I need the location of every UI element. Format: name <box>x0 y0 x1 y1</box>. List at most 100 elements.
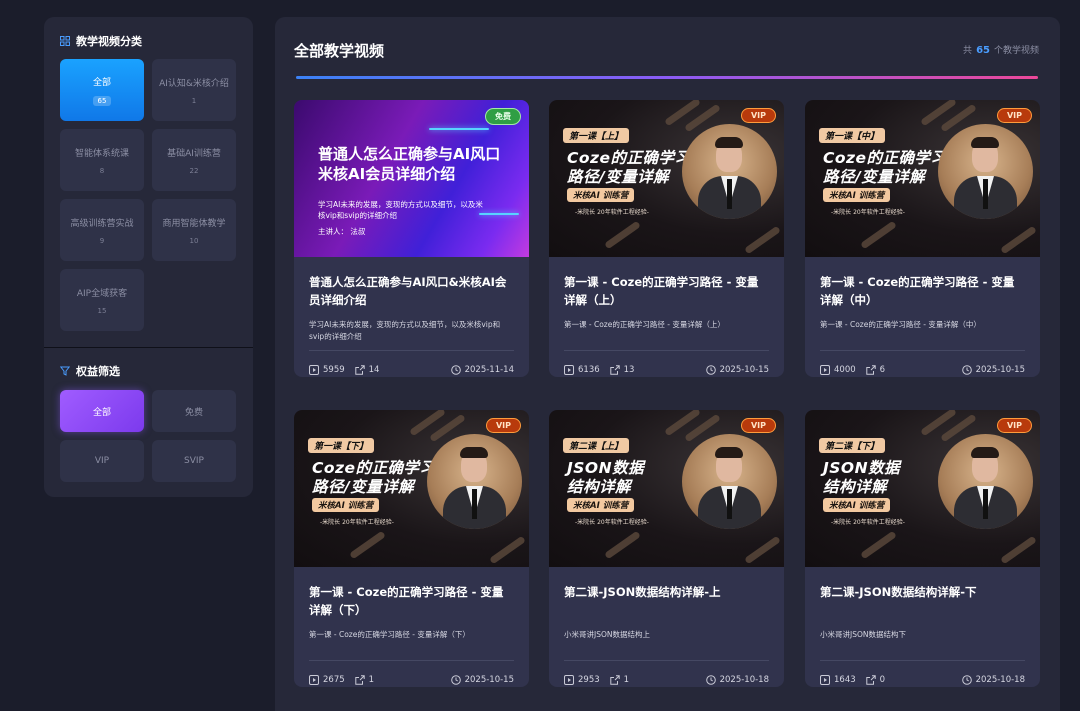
categories-section-title: 教学视频分类 <box>60 33 142 49</box>
title-underline <box>296 76 1038 79</box>
clock-icon <box>705 675 716 685</box>
shares-stat: 1 <box>609 675 629 685</box>
camp-tag: 米核AI 训练营 <box>312 498 380 512</box>
publish-date: 2025-11-14 <box>450 365 514 375</box>
video-panel: 全部教学视频 共 65 个教学视频 普通人怎么正确参与AI风口 米核AI会员详细介绍… <box>275 17 1060 711</box>
permission-free-button[interactable]: 免费 <box>152 390 236 432</box>
share-icon <box>609 365 620 375</box>
presenter-portrait <box>427 434 522 529</box>
presenter-portrait <box>682 434 777 529</box>
video-thumbnail: 普通人怎么正确参与AI风口 米核AI会员详细介绍 学习AI未来的发展，变现的方式… <box>294 100 529 257</box>
share-icon <box>609 675 620 685</box>
video-description: 小米哥讲JSON数据结构上 <box>564 630 650 639</box>
play-icon <box>309 675 319 685</box>
grid-icon <box>60 36 70 46</box>
video-card[interactable]: 第一课【中】 Coze的正确学习 路径/变量详解 米核AI 训练营 -米院长 2… <box>805 100 1040 377</box>
video-description: 学习AI未来的发展，变现的方式以及细节，以及米核vip和svip的详细介绍 <box>309 320 501 341</box>
share-icon <box>354 675 365 685</box>
permission-svip-button[interactable]: SVIP <box>152 440 236 482</box>
category-commercial-agent[interactable]: 商用智能体教学 10 <box>152 199 236 261</box>
share-icon <box>865 365 876 375</box>
vip-badge: VIP <box>996 108 1032 123</box>
decor-stripe <box>860 530 897 560</box>
views-stat: 2675 <box>309 675 345 685</box>
decor-stripe <box>744 225 781 255</box>
sidebar: 教学视频分类 全部 65 AI认知&米核介绍 1 智能体系统课 8 基础AI训练… <box>44 17 253 497</box>
play-icon <box>564 365 574 375</box>
video-title: 第一课 - Coze的正确学习路径 - 变量详解（下） <box>309 585 504 617</box>
thumbnail-headline: 结构详解 <box>567 478 632 496</box>
video-meta: 6136 13 2025-10-15 <box>564 363 769 377</box>
thumbnail-caption: -米院长 20年软件工程经验- <box>575 519 649 526</box>
category-count: 65 <box>92 95 112 106</box>
vip-badge: VIP <box>740 108 776 123</box>
category-aip-acquisition[interactable]: AIP全域获客 15 <box>60 269 144 331</box>
video-card[interactable]: 第一课【下】 Coze的正确学习 路径/变量详解 米核AI 训练营 -米院长 2… <box>294 410 529 687</box>
free-badge: 免费 <box>485 108 521 125</box>
filter-icon <box>59 366 71 376</box>
card-divider <box>564 660 769 661</box>
vip-badge: VIP <box>485 418 521 433</box>
category-label: 基础AI训练营 <box>167 148 221 159</box>
lesson-tag: 第二课【下】 <box>819 438 886 453</box>
shares-stat: 1 <box>354 675 374 685</box>
lesson-tag: 第一课【上】 <box>563 128 630 143</box>
thumbnail-headline: 路径/变量详解 <box>312 478 415 496</box>
thumbnail-headline: 结构详解 <box>823 478 888 496</box>
views-stat: 4000 <box>820 365 856 375</box>
views-stat: 6136 <box>564 365 600 375</box>
card-divider <box>309 350 514 351</box>
permission-section-title: 权益筛选 <box>59 363 120 379</box>
video-meta: 4000 6 2025-10-15 <box>820 363 1025 377</box>
category-basic-camp[interactable]: 基础AI训练营 22 <box>152 129 236 191</box>
category-all[interactable]: 全部 65 <box>60 59 144 121</box>
video-card[interactable]: 第二课【上】 JSON数据 结构详解 米核AI 训练营 -米院长 20年软件工程… <box>549 410 784 687</box>
category-ai-intro[interactable]: AI认知&米核介绍 1 <box>152 59 236 121</box>
views-stat: 5959 <box>309 365 345 375</box>
card-divider <box>309 660 514 661</box>
camp-tag: 米核AI 训练营 <box>823 498 891 512</box>
clock-icon <box>450 675 461 685</box>
publish-date: 2025-10-15 <box>450 675 514 685</box>
video-meta: 2675 1 2025-10-15 <box>309 673 514 687</box>
thumbnail-caption: -米院长 20年软件工程经验- <box>575 209 649 216</box>
decor-stripe <box>1000 535 1037 565</box>
decor-stripe <box>489 535 526 565</box>
category-count: 10 <box>189 236 199 245</box>
presenter-portrait <box>938 434 1033 529</box>
clock-icon <box>705 365 716 375</box>
presenter-portrait <box>938 124 1033 219</box>
category-label: AIP全域获客 <box>76 288 128 299</box>
play-icon <box>820 365 830 375</box>
vip-badge: VIP <box>996 418 1032 433</box>
play-icon <box>309 365 319 375</box>
category-label: 商用智能体教学 <box>162 218 226 229</box>
video-title: 第一课 - Coze的正确学习路径 - 变量详解（上） <box>564 275 759 307</box>
permission-vip-button[interactable]: VIP <box>60 440 144 482</box>
video-card[interactable]: 第一课【上】 Coze的正确学习 路径/变量详解 米核AI 训练营 -米院长 2… <box>549 100 784 377</box>
decor-stripe <box>349 530 386 560</box>
category-advanced-camp[interactable]: 高级训练营实战 9 <box>60 199 144 261</box>
thumbnail-headline: 普通人怎么正确参与AI风口 <box>318 145 501 163</box>
thumbnail-headline: 路径/变量详解 <box>567 168 670 186</box>
category-label: 高级训练营实战 <box>70 218 134 229</box>
shares-stat: 14 <box>354 365 379 375</box>
video-card[interactable]: 第二课【下】 JSON数据 结构详解 米核AI 训练营 -米院长 20年软件工程… <box>805 410 1040 687</box>
views-stat: 1643 <box>820 675 856 685</box>
video-title: 第二课-JSON数据结构详解-下 <box>820 585 977 599</box>
video-thumbnail: 第二课【下】 JSON数据 结构详解 米核AI 训练营 -米院长 20年软件工程… <box>805 410 1040 567</box>
publish-date: 2025-10-15 <box>705 365 769 375</box>
video-description: 第一课 - Coze的正确学习路径 - 变量详解（上） <box>564 320 725 329</box>
thumbnail-caption: -米院长 20年软件工程经验- <box>320 519 394 526</box>
category-list: 全部 65 AI认知&米核介绍 1 智能体系统课 8 基础AI训练营 22 高级… <box>60 59 237 331</box>
decor-stripe <box>604 530 641 560</box>
play-icon <box>564 675 574 685</box>
category-agent-system[interactable]: 智能体系统课 8 <box>60 129 144 191</box>
video-title: 普通人怎么正确参与AI风口&米核AI会员详细介绍 <box>309 275 507 307</box>
presenter-portrait <box>682 124 777 219</box>
video-meta: 1643 0 2025-10-18 <box>820 673 1025 687</box>
permission-all-button[interactable]: 全部 <box>60 390 144 432</box>
video-description: 小米哥讲JSON数据结构下 <box>820 630 906 639</box>
video-card[interactable]: 普通人怎么正确参与AI风口 米核AI会员详细介绍 学习AI未来的发展，变现的方式… <box>294 100 529 377</box>
category-count: 22 <box>189 166 199 175</box>
